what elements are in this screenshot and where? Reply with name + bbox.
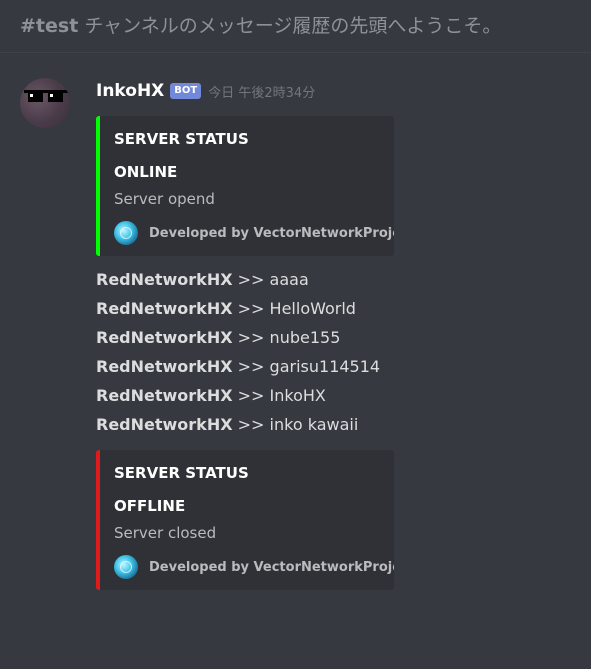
chat-line: RedNetworkHX >> inko kawaii — [96, 410, 380, 439]
embed-title: SERVER STATUS — [114, 464, 249, 482]
line-separator: >> — [237, 415, 265, 434]
line-author: RedNetworkHX — [96, 415, 233, 434]
globe-icon — [114, 555, 138, 579]
line-text: garisu114514 — [269, 357, 381, 376]
chat-line: RedNetworkHX >> HelloWorld — [96, 294, 380, 323]
line-author: RedNetworkHX — [96, 357, 233, 376]
embed-footer-text: Developed by VectorNetworkProject — [149, 225, 394, 241]
embed-title: SERVER STATUS — [114, 130, 249, 148]
bot-tag: BOT — [170, 83, 202, 99]
message-header: InkoHX BOT 今日 午後2時34分 — [96, 78, 315, 104]
avatar[interactable] — [20, 78, 70, 128]
line-text: inko kawaii — [269, 415, 359, 434]
channel-name: #test — [20, 15, 79, 37]
chat-lines: RedNetworkHX >> aaaa RedNetworkHX >> Hel… — [96, 265, 380, 439]
line-text: nube155 — [269, 328, 341, 347]
embed-footer: Developed by VectorNetworkProject — [114, 555, 394, 579]
line-text: aaaa — [269, 270, 309, 289]
line-separator: >> — [237, 386, 265, 405]
embed-field-value: Server closed — [114, 524, 217, 542]
chat-line: RedNetworkHX >> nube155 — [96, 323, 380, 352]
chat-line: RedNetworkHX >> InkoHX — [96, 381, 380, 410]
embed-color-bar — [96, 450, 100, 590]
line-separator: >> — [237, 270, 265, 289]
chat-line: RedNetworkHX >> aaaa — [96, 265, 380, 294]
channel-welcome: #test チャンネルのメッセージ履歴の先頭へようこそ。 — [20, 12, 501, 40]
line-author: RedNetworkHX — [96, 328, 233, 347]
embed-online: SERVER STATUS ONLINE Server opend Develo… — [96, 116, 394, 256]
line-separator: >> — [237, 299, 265, 318]
line-separator: >> — [237, 328, 265, 347]
embed-field-name: OFFLINE — [114, 497, 186, 515]
line-author: RedNetworkHX — [96, 299, 233, 318]
chat-view: #test チャンネルのメッセージ履歴の先頭へようこそ。 InkoHX BOT … — [0, 0, 591, 669]
line-text: InkoHX — [269, 386, 326, 405]
embed-footer-text: Developed by VectorNetworkProject — [149, 559, 394, 575]
embed-field-name: ONLINE — [114, 163, 178, 181]
line-author: RedNetworkHX — [96, 386, 233, 405]
line-separator: >> — [237, 357, 265, 376]
timestamp: 今日 午後2時34分 — [208, 85, 316, 101]
embed-footer: Developed by VectorNetworkProject — [114, 221, 394, 245]
chat-line: RedNetworkHX >> garisu114514 — [96, 352, 380, 381]
embed-color-bar — [96, 116, 100, 256]
line-text: HelloWorld — [269, 299, 356, 318]
line-author: RedNetworkHX — [96, 270, 233, 289]
embed-field-value: Server opend — [114, 190, 215, 208]
sunglasses-icon — [24, 90, 68, 102]
welcome-text: チャンネルのメッセージ履歴の先頭へようこそ。 — [84, 15, 502, 37]
globe-icon — [114, 221, 138, 245]
divider — [0, 52, 591, 53]
embed-offline: SERVER STATUS OFFLINE Server closed Deve… — [96, 450, 394, 590]
username[interactable]: InkoHX — [96, 81, 164, 101]
